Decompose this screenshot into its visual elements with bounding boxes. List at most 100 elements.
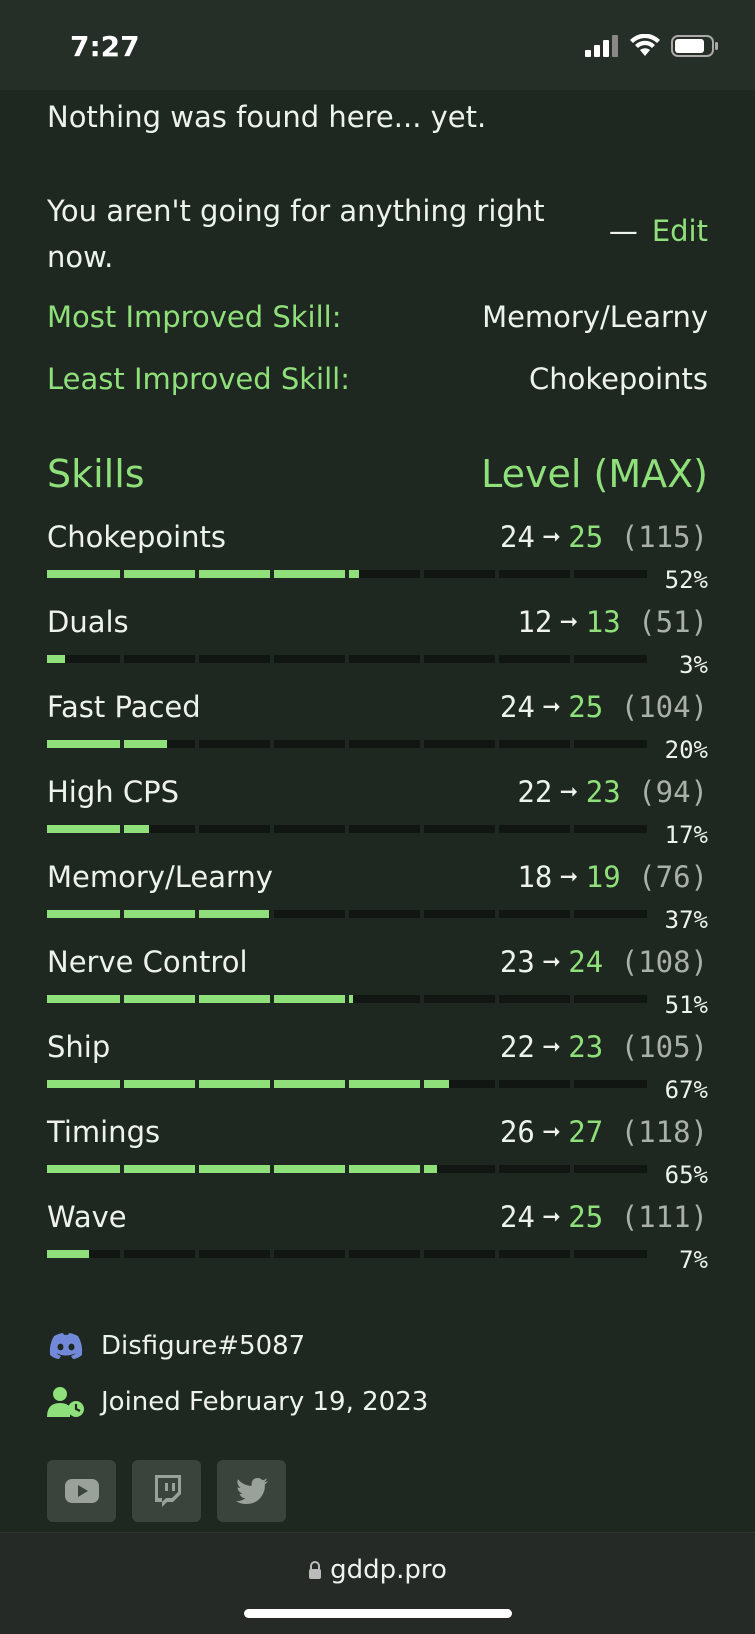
arrow-icon: ➞	[542, 1030, 561, 1064]
skill-progress-bar	[47, 1165, 647, 1173]
skills-header: Skills Level (MAX)	[47, 452, 708, 496]
status-bar: 7:27	[0, 0, 755, 90]
level-max: (76)	[638, 860, 708, 894]
progress-segment-divider	[495, 1165, 499, 1173]
progress-segment-divider	[570, 1250, 574, 1258]
skill-percent: 7%	[679, 1246, 708, 1274]
progress-segment-divider	[420, 1165, 424, 1173]
skill-progress-bar	[47, 740, 647, 748]
progress-segment-divider	[345, 1165, 349, 1173]
level-from: 22	[499, 1030, 535, 1064]
youtube-icon	[64, 1479, 99, 1503]
progress-segment-divider	[270, 655, 274, 663]
progress-segment-divider	[420, 740, 424, 748]
skills-title: Skills	[47, 452, 145, 496]
skill-row: Memory/Learny 18 ➞ 19 (76) 37%	[47, 860, 708, 945]
level-to: 24	[568, 945, 604, 979]
skill-progress-bar	[47, 995, 647, 1003]
address-bar[interactable]: gddp.pro	[0, 1555, 755, 1585]
level-to: 25	[568, 520, 604, 554]
level-to: 13	[585, 605, 621, 639]
arrow-icon: ➞	[542, 1115, 561, 1149]
twitter-icon	[235, 1478, 268, 1504]
edit-label: Edit	[651, 214, 708, 248]
skill-progress-fill	[47, 655, 65, 663]
progress-segment-divider	[120, 570, 124, 578]
progress-segment-divider	[420, 655, 424, 663]
progress-segment-divider	[120, 1250, 124, 1258]
skill-percent: 37%	[664, 906, 708, 934]
skill-name: Duals	[47, 605, 129, 639]
skill-row: Timings 26 ➞ 27 (118) 65%	[47, 1115, 708, 1200]
progress-segment-divider	[120, 910, 124, 918]
skill-percent: 52%	[664, 566, 708, 594]
skill-progress-fill	[47, 1250, 89, 1258]
status-icons	[585, 34, 719, 58]
browser-bottom-bar: gddp.pro	[0, 1532, 755, 1634]
level-max: (105)	[620, 1030, 708, 1064]
progress-segment-divider	[345, 1250, 349, 1258]
progress-segment-divider	[345, 910, 349, 918]
battery-icon	[671, 35, 718, 57]
skill-progress-bar	[47, 1250, 647, 1258]
progress-segment-divider	[270, 740, 274, 748]
progress-segment-divider	[195, 1250, 199, 1258]
skill-progress-bar	[47, 825, 647, 833]
progress-segment-divider	[345, 570, 349, 578]
skill-level: 26 ➞ 27 (118)	[500, 1115, 708, 1149]
url-text: gddp.pro	[330, 1555, 447, 1585]
user-clock-icon	[47, 1386, 85, 1418]
skill-name: Ship	[47, 1030, 111, 1064]
progress-segment-divider	[420, 995, 424, 1003]
skill-level: 24 ➞ 25 (111)	[500, 1200, 708, 1234]
progress-segment-divider	[345, 1080, 349, 1088]
twitter-button[interactable]	[217, 1460, 286, 1522]
arrow-icon: ➞	[542, 945, 561, 979]
level-max: (118)	[620, 1115, 708, 1149]
wifi-icon	[630, 34, 660, 56]
edit-goal-link[interactable]: — Edit	[609, 214, 708, 248]
level-max: (108)	[620, 945, 708, 979]
skill-row: Nerve Control 23 ➞ 24 (108) 51%	[47, 945, 708, 1030]
level-max: (115)	[620, 520, 708, 554]
nothing-found-text: Nothing was found here... yet.	[47, 100, 487, 134]
social-links	[47, 1460, 286, 1522]
status-time: 7:27	[70, 30, 140, 63]
arrow-icon: ➞	[542, 690, 561, 724]
skill-percent: 3%	[679, 651, 708, 679]
skill-name: Nerve Control	[47, 945, 248, 979]
level-to: 23	[585, 775, 621, 809]
progress-segment-divider	[270, 995, 274, 1003]
discord-row: Disfigure#5087	[47, 1330, 305, 1362]
skill-progress-bar	[47, 1080, 647, 1088]
progress-segment-divider	[270, 1165, 274, 1173]
progress-segment-divider	[570, 825, 574, 833]
progress-segment-divider	[495, 1250, 499, 1258]
skill-progress-bar	[47, 910, 647, 918]
level-max: (104)	[620, 690, 708, 724]
level-from: 24	[499, 1200, 535, 1234]
progress-segment-divider	[195, 995, 199, 1003]
edit-dash: —	[608, 214, 638, 248]
level-max: (94)	[638, 775, 708, 809]
skill-level: 22 ➞ 23 (94)	[517, 775, 708, 809]
progress-segment-divider	[195, 655, 199, 663]
level-to: 25	[568, 1200, 604, 1234]
arrow-icon: ➞	[560, 860, 578, 894]
progress-segment-divider	[195, 910, 199, 918]
youtube-button[interactable]	[47, 1460, 116, 1522]
skill-row: Fast Paced 24 ➞ 25 (104) 20%	[47, 690, 708, 775]
level-max-title: Level (MAX)	[481, 452, 708, 496]
least-improved-label: Least Improved Skill:	[47, 362, 350, 396]
progress-segment-divider	[420, 825, 424, 833]
progress-segment-divider	[195, 1080, 199, 1088]
home-indicator[interactable]	[244, 1609, 512, 1618]
progress-segment-divider	[495, 740, 499, 748]
progress-segment-divider	[570, 1080, 574, 1088]
skill-progress-bar	[47, 655, 647, 663]
twitch-button[interactable]	[132, 1460, 201, 1522]
progress-segment-divider	[495, 655, 499, 663]
progress-segment-divider	[270, 825, 274, 833]
level-from: 18	[517, 860, 553, 894]
level-from: 24	[499, 690, 535, 724]
